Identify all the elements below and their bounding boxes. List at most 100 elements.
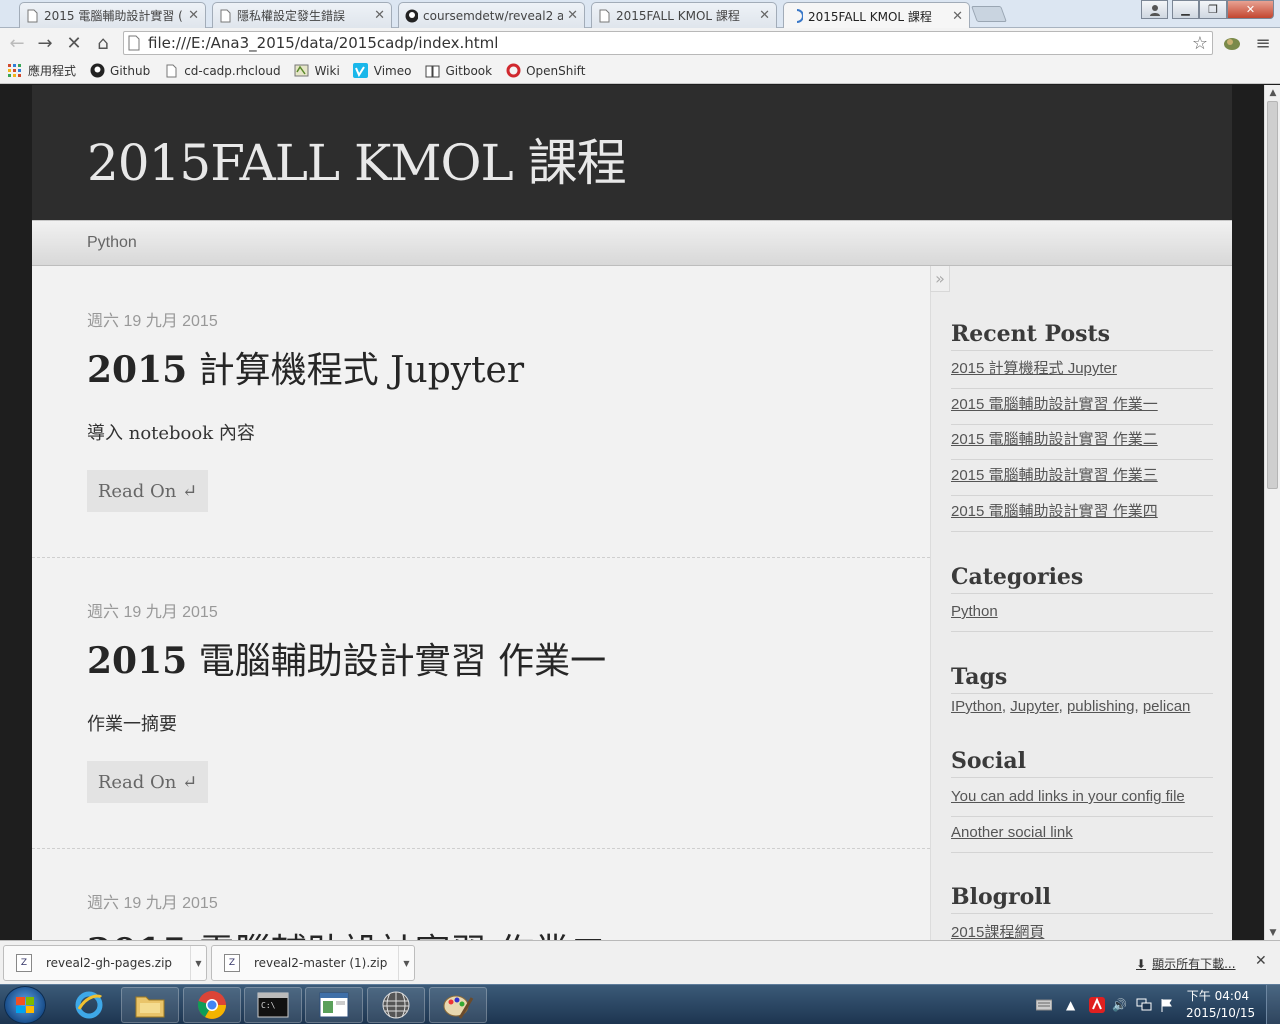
show-all-downloads-link[interactable]: ⬇ 顯示所有下載... (1136, 955, 1236, 972)
tag-link[interactable]: IPython (951, 698, 1002, 715)
paint-icon[interactable] (429, 987, 487, 1023)
restore-button[interactable]: ❐ (1199, 0, 1227, 19)
close-tab-icon[interactable]: ✕ (188, 8, 199, 23)
zip-file-icon: Z (224, 954, 240, 972)
url-text: file:///E:/Ana3_2015/data/2015cadp/index… (148, 34, 499, 52)
user-icon[interactable] (1141, 0, 1168, 19)
antivirus-icon[interactable] (1089, 985, 1105, 1024)
start-button[interactable] (4, 986, 46, 1024)
scroll-up-arrow-icon[interactable]: ▲ (1265, 85, 1280, 100)
new-tab-button[interactable] (971, 6, 1007, 22)
site-title[interactable]: 2015FALL KMOL 課程 (87, 123, 627, 195)
forward-arrow-icon[interactable]: → (34, 32, 56, 54)
volume-icon[interactable]: 🔊 (1112, 985, 1127, 1024)
chrome-icon[interactable] (183, 987, 241, 1023)
clock-time: 下午 04:04 (1186, 989, 1250, 1003)
ie-icon[interactable] (60, 987, 118, 1023)
close-icon[interactable]: ✕ (1255, 953, 1267, 969)
tag-link[interactable]: Jupyter (1010, 698, 1058, 715)
close-window-button[interactable]: ✕ (1227, 0, 1274, 19)
article-title[interactable]: 2015 電腦輔助設計實習 作業一 (87, 632, 606, 684)
tag-link[interactable]: publishing (1067, 698, 1135, 715)
menu-icon[interactable]: ≡ (1252, 32, 1274, 54)
chevron-down-icon[interactable]: ▼ (190, 946, 206, 980)
bookmark-star-icon[interactable]: ☆ (1192, 33, 1208, 54)
network-icon[interactable] (1136, 985, 1152, 1024)
scrollbar-thumb[interactable] (1267, 101, 1278, 489)
bookmark-github[interactable]: Github (89, 63, 150, 79)
page-icon (26, 8, 39, 23)
sidebar-toggle-icon[interactable]: » (930, 266, 950, 292)
close-tab-icon[interactable]: ✕ (374, 8, 385, 23)
download-filename: reveal2-master (1).zip (254, 956, 388, 970)
home-icon[interactable]: ⌂ (92, 32, 114, 54)
browser-tab-4[interactable]: 2015FALL KMOL 課程 ✕ (591, 2, 777, 28)
bookmark-openshift[interactable]: OpenShift (505, 63, 585, 79)
read-on-button[interactable]: Read On ↵ (87, 470, 208, 512)
close-tab-icon[interactable]: ✕ (952, 9, 963, 24)
recent-post-link[interactable]: 2015 電腦輔助設計實習 作業二 (951, 424, 1213, 460)
show-desktop-button[interactable] (1266, 985, 1280, 1024)
minimize-button[interactable]: ▁ (1172, 0, 1199, 19)
read-on-button[interactable]: Read On ↵ (87, 761, 208, 803)
show-hidden-icons-arrow[interactable]: ▲ (1066, 985, 1075, 1024)
address-bar[interactable]: file:///E:/Ana3_2015/data/2015cadp/index… (123, 31, 1213, 55)
browser-tab-5-active[interactable]: 2015FALL KMOL 課程 ✕ (783, 2, 970, 29)
social-link[interactable]: You can add links in your config file (951, 781, 1213, 817)
bookmark-label: 應用程式 (28, 64, 77, 78)
explorer-icon[interactable] (121, 987, 179, 1023)
recent-post-link[interactable]: 2015 計算機程式 Jupyter (951, 353, 1213, 389)
back-arrow-icon[interactable]: ← (6, 32, 28, 54)
extension-icon[interactable] (1221, 32, 1243, 54)
close-tab-icon[interactable]: ✕ (759, 8, 770, 23)
clock[interactable]: 下午 04:04 2015/10/15 (1186, 988, 1256, 1022)
book-icon (424, 63, 440, 79)
scroll-down-arrow-icon[interactable]: ▼ (1265, 925, 1280, 940)
page-icon (128, 35, 140, 51)
browser-tab-3[interactable]: coursemdetw/reveal2 at ✕ (398, 2, 585, 28)
recent-post-link[interactable]: 2015 電腦輔助設計實習 作業四 (951, 496, 1213, 532)
keyboard-icon[interactable] (1036, 985, 1052, 1024)
vertical-scrollbar[interactable]: ▲ ▼ (1264, 85, 1280, 940)
download-filename: reveal2-gh-pages.zip (46, 956, 173, 970)
bookmark-wiki[interactable]: Wiki (294, 63, 340, 79)
download-item[interactable]: Z reveal2-master (1).zip ▼ (211, 945, 415, 981)
clock-date: 2015/10/15 (1186, 1006, 1256, 1020)
bookmark-cd-cadp[interactable]: cd-cadp.rhcloud (163, 63, 281, 79)
social-link[interactable]: Another social link (951, 817, 1213, 853)
action-center-flag-icon[interactable] (1160, 985, 1174, 1024)
window-app-icon[interactable] (305, 987, 363, 1023)
browser-toolbar: ← → ✕ ⌂ file:///E:/Ana3_2015/data/2015ca… (0, 28, 1280, 58)
bookmark-apps[interactable]: 應用程式 (7, 62, 76, 79)
openshift-icon (505, 63, 521, 79)
chevron-down-icon[interactable]: ▼ (398, 946, 414, 980)
browser-tab-2[interactable]: 隱私權設定發生錯誤 ✕ (212, 2, 392, 28)
stop-icon[interactable]: ✕ (63, 32, 85, 54)
tab-title: coursemdetw/reveal2 at (423, 8, 564, 23)
bookmark-vimeo[interactable]: Vimeo (353, 63, 411, 79)
article-summary: 導入 notebook 內容 (87, 423, 255, 444)
loading-icon (790, 9, 803, 24)
article-title[interactable]: 2015 電腦輔助設計實習 作業二 (87, 923, 606, 940)
github-icon (89, 63, 105, 79)
wiki-icon (294, 63, 310, 79)
download-item[interactable]: Z reveal2-gh-pages.zip ▼ (3, 945, 207, 981)
nav-item-python[interactable]: Python (87, 234, 137, 252)
category-link-python[interactable]: Python (951, 596, 1213, 632)
article-title[interactable]: 2015 計算機程式 Jupyter (87, 341, 524, 393)
recent-post-link[interactable]: 2015 電腦輔助設計實習 作業一 (951, 389, 1213, 425)
page-icon (598, 8, 611, 23)
tag-link[interactable]: pelican (1143, 698, 1191, 715)
article-divider (32, 557, 930, 558)
github-icon (405, 8, 418, 23)
browser-tab-1[interactable]: 2015 電腦輔助設計實習 ( ✕ (19, 2, 206, 28)
page-icon (219, 8, 232, 23)
blogroll-link[interactable]: 2015課程網頁 (951, 917, 1213, 940)
sphere-app-icon[interactable] (367, 987, 425, 1023)
cmd-icon[interactable]: C:\ (244, 987, 302, 1023)
close-tab-icon[interactable]: ✕ (567, 8, 578, 23)
sidebar: » Recent Posts 2015 計算機程式 Jupyter 2015 電… (930, 266, 1232, 940)
download-shelf: Z reveal2-gh-pages.zip ▼ Z reveal2-maste… (0, 940, 1280, 984)
bookmark-gitbook[interactable]: Gitbook (424, 63, 492, 79)
recent-post-link[interactable]: 2015 電腦輔助設計實習 作業三 (951, 460, 1213, 496)
